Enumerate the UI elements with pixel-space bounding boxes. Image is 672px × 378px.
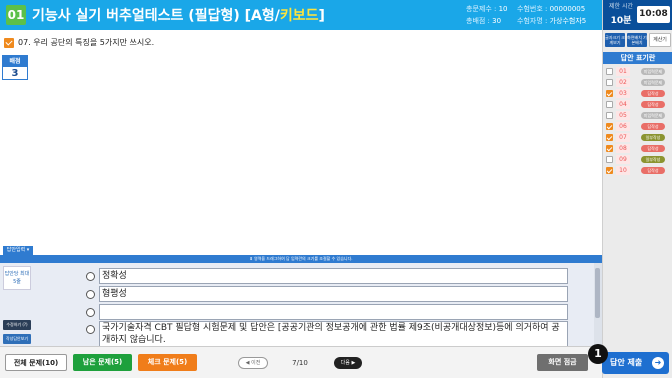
score-box: 배점 3 bbox=[2, 55, 28, 80]
max-lines-label: 답안당 최대 5줄 bbox=[3, 266, 31, 290]
pagination: ◀ 이전 7/10 다음 ▶ bbox=[238, 357, 364, 369]
radio-button[interactable] bbox=[86, 325, 95, 334]
prev-button[interactable]: ◀ 이전 bbox=[238, 357, 268, 369]
row-status-badge: 답작성 bbox=[641, 101, 665, 108]
row-checkbox[interactable] bbox=[606, 68, 613, 75]
next-button[interactable]: 다음 ▶ bbox=[334, 357, 362, 369]
row-status-badge: 답작성 bbox=[641, 123, 665, 130]
row-checkbox[interactable] bbox=[606, 134, 613, 141]
remaining-clock: 10:08 bbox=[637, 6, 670, 23]
title-suffix: ] bbox=[318, 8, 325, 24]
answer-input-2[interactable]: 형평성 bbox=[99, 286, 568, 302]
page-title: 기능사 실기 버추얼테스트 (필답형) [A형/키보드] bbox=[32, 5, 325, 25]
time-limit-label: 제한 시간 bbox=[609, 3, 633, 10]
answer-sheet-title: 답안 표기란 bbox=[603, 52, 672, 64]
answer-sheet-row[interactable]: 01 미입력문제 bbox=[603, 66, 672, 77]
submit-label: 답안 제출 bbox=[610, 358, 643, 367]
row-status-badge: 일부작성 bbox=[641, 156, 665, 163]
radio-button[interactable] bbox=[86, 308, 95, 317]
resize-divider[interactable]: ⬍ 영역을 드래그하여 답 입력란의 크기를 조절할 수 있습니다. bbox=[0, 255, 602, 263]
question-text: 07. 우리 공단의 특징을 5가지만 쓰시오. bbox=[18, 38, 155, 47]
row-number: 01 bbox=[616, 67, 630, 76]
row-checkbox[interactable] bbox=[606, 156, 613, 163]
total-questions: 총문제수 : 10 bbox=[466, 5, 508, 13]
header-bar: 01 기능사 실기 버추얼테스트 (필답형) [A형/키보드] 총문제수 : 1… bbox=[0, 0, 602, 30]
total-score: 총배점 : 30 bbox=[466, 17, 502, 25]
row-number: 10 bbox=[616, 166, 630, 175]
row-number: 04 bbox=[616, 100, 630, 109]
answer-sheet-row[interactable]: 06 답작성 bbox=[603, 121, 672, 132]
answer-sheet-list: 01 미입력문제 02 미입력문제 03 답작성 04 답작성 05 미입력문제 06 답작성 07 일부… bbox=[603, 66, 672, 176]
row-status-badge: 답작성 bbox=[641, 167, 665, 174]
examinee-info: 수험번호 : 00000005 수험자명 : 가상수험자5 bbox=[517, 3, 586, 27]
answer-sheet-row[interactable]: 08 답작성 bbox=[603, 143, 672, 154]
tool-bar: 글자크기 크게보기 화면배치 기본배치 계산기 bbox=[605, 33, 671, 47]
arrow-right-icon: ➜ bbox=[652, 357, 664, 369]
radio-button[interactable] bbox=[86, 290, 95, 299]
question-check-box[interactable] bbox=[4, 38, 14, 48]
row-number: 03 bbox=[616, 89, 630, 98]
answer-input-3[interactable] bbox=[99, 304, 568, 320]
answer-input-1[interactable]: 정확성 bbox=[99, 268, 568, 284]
row-number: 07 bbox=[616, 133, 630, 142]
row-status-badge: 답작성 bbox=[641, 145, 665, 152]
view-answer-button[interactable]: 작성답안보기 bbox=[3, 334, 31, 344]
row-status-badge: 미입력문제 bbox=[641, 68, 665, 75]
resize-hint: ⬍ 영역을 드래그하여 답 입력란의 크기를 조절할 수 있습니다. bbox=[249, 256, 353, 261]
answer-sheet-row[interactable]: 07 일부작성 bbox=[603, 132, 672, 143]
title-highlight: 키보드 bbox=[279, 8, 319, 24]
row-checkbox[interactable] bbox=[606, 90, 613, 97]
all-questions-button[interactable]: 전체 문제(10) bbox=[5, 354, 67, 371]
page-indicator: 7/10 bbox=[292, 359, 308, 367]
answer-sheet-row[interactable]: 09 일부작성 bbox=[603, 154, 672, 165]
radio-button[interactable] bbox=[86, 272, 95, 281]
question-number-badge: 01 bbox=[6, 5, 26, 25]
score-label: 배점 bbox=[3, 56, 27, 67]
step-marker: 1 bbox=[588, 344, 608, 364]
row-status-badge: 일부작성 bbox=[641, 134, 665, 141]
title-prefix: 기능사 실기 버추얼테스트 (필답형) [A형/ bbox=[32, 8, 280, 24]
answer-sheet-row[interactable]: 05 미입력문제 bbox=[603, 110, 672, 121]
remaining-questions-button[interactable]: 남은 문제(5) bbox=[73, 354, 132, 371]
row-checkbox[interactable] bbox=[606, 112, 613, 119]
answer-sheet-row[interactable]: 02 미입력문제 bbox=[603, 77, 672, 88]
row-checkbox[interactable] bbox=[606, 101, 613, 108]
row-status-badge: 답작성 bbox=[641, 90, 665, 97]
row-status-badge: 미입력문제 bbox=[641, 112, 665, 119]
row-number: 06 bbox=[616, 122, 630, 131]
row-number: 08 bbox=[616, 144, 630, 153]
submit-answer-button[interactable]: 답안 제출 ➜ bbox=[602, 352, 669, 374]
row-checkbox[interactable] bbox=[606, 79, 613, 86]
score-value: 3 bbox=[11, 68, 19, 79]
exam-summary: 총문제수 : 10 총배점 : 30 bbox=[466, 3, 508, 27]
calculator-button[interactable]: 계산기 bbox=[649, 33, 671, 47]
right-panel: 제한 시간 10분 10:08 글자크기 크게보기 화면배치 기본배치 계산기 … bbox=[602, 0, 672, 378]
answer-sheet-row[interactable]: 04 답작성 bbox=[603, 99, 672, 110]
row-number: 09 bbox=[616, 155, 630, 164]
scrollbar-thumb[interactable] bbox=[595, 268, 600, 318]
time-limit-value: 10분 bbox=[610, 16, 632, 26]
row-checkbox[interactable] bbox=[606, 167, 613, 174]
row-status-badge: 미입력문제 bbox=[641, 79, 665, 86]
row-checkbox[interactable] bbox=[606, 145, 613, 152]
row-number: 05 bbox=[616, 111, 630, 120]
row-number: 02 bbox=[616, 78, 630, 87]
answer-sheet-row[interactable]: 10 답작성 bbox=[603, 165, 672, 176]
answer-input-4[interactable]: 국가기술자격 CBT 필답형 시험문제 및 답안은 [공공기관의 정보공개에 관… bbox=[99, 321, 568, 347]
checked-questions-button[interactable]: 체크 문제(5) bbox=[138, 354, 197, 371]
screen-lock-button[interactable]: 화면 점금 bbox=[537, 354, 588, 371]
examinee-name: 수험자명 : 가상수험자5 bbox=[517, 17, 587, 25]
layout-button[interactable]: 화면배치 기본배치 bbox=[627, 33, 647, 47]
timer-box: 제한 시간 10분 10:08 bbox=[603, 0, 672, 30]
edit-button[interactable]: 수정하기 (?) bbox=[3, 320, 31, 330]
answer-sheet-row[interactable]: 03 답작성 bbox=[603, 88, 672, 99]
answer-input-tab[interactable]: 답안입력 ▾ bbox=[3, 246, 33, 255]
exam-number: 수험번호 : 00000005 bbox=[517, 5, 586, 13]
font-size-button[interactable]: 글자크기 크게보기 bbox=[605, 33, 625, 47]
row-checkbox[interactable] bbox=[606, 123, 613, 130]
